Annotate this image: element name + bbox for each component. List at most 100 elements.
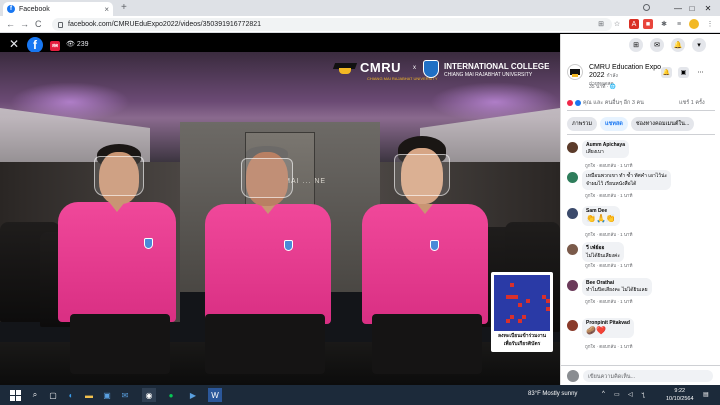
save-post-icon[interactable]: ▣ [678,67,689,78]
file-explorer-icon[interactable]: ▬ [82,388,96,402]
qr-module [518,295,522,299]
reading-list-icon[interactable]: ≡ [674,19,684,29]
extensions-puzzle-icon[interactable]: ✱ [659,19,669,29]
comment-list: Aumm Apichaya เสียงเบา ถูกใจ · ตอบกลับ ·… [567,138,715,366]
tab-comment-channel[interactable]: ช่องทางคอมเมนต์ใน... [630,117,695,131]
comment-actions[interactable]: ถูกใจ · ตอบกลับ · 1 นาที [585,262,632,269]
system-clock[interactable]: 9:22 10/10/2564 [666,387,694,403]
commenter-avatar[interactable] [567,244,578,255]
comment-actions[interactable]: ถูกใจ · ตอบกลับ · 1 นาที [585,162,632,169]
more-options-icon[interactable]: ⋯ [695,67,706,78]
edge-browser-icon[interactable]: ◐ [64,388,78,402]
close-viewer-icon[interactable]: ✕ [9,37,19,51]
forward-button[interactable]: → [20,18,29,31]
messenger-icon[interactable]: ✉ [650,38,664,52]
menu-grid-icon[interactable]: ⊞ [629,38,643,52]
browser-tab-facebook[interactable]: f Facebook × [3,2,113,16]
qr-module [498,287,502,291]
commenter-avatar[interactable] [567,320,578,331]
chrome-taskbar-icon[interactable]: ◉ [142,388,156,402]
international-college-emblem-icon [423,60,439,78]
comment-input[interactable]: เขียนความคิดเห็น... [583,370,713,382]
post-side-panel: ⊞ ✉ 🔔 ▾ CMRU Education Expo 2022 กำลัง ถ… [560,34,720,385]
comment-text: เหมือนพวกเขา ทำ ซ้ำ ทัศคำ เอาไว้น่ะ [586,173,668,179]
qr-module [514,307,518,311]
zoom-app-icon[interactable]: ▶ [186,388,200,402]
profile-indicator-icon[interactable] [643,4,650,11]
qr-module [542,323,546,327]
comment-actions[interactable]: ถูกใจ · ตอบกลับ · 1 นาที [585,192,632,199]
bookmark-star-icon[interactable]: ☆ [612,19,622,29]
browser-toolbar: ← → C facebook.com/CMRUEduExpo2022/video… [0,16,720,33]
pdf-extension-icon[interactable]: A [629,19,639,29]
mail-icon[interactable]: ✉ [118,388,132,402]
page-name-text[interactable]: CMRU Education Expo 2022 [589,64,661,79]
share-count[interactable]: แชร์ 1 ครั้ง [679,99,705,107]
tab-live-chat[interactable]: แชทสด [600,117,628,131]
clock-time: 9:22 [674,388,686,394]
live-video[interactable]: CHIANG MAI ... NE [0,52,560,385]
weather-widget[interactable]: 83°F Mostly sunny [528,391,577,397]
commenter-avatar[interactable] [567,208,578,219]
comment-composer: เขียนความคิดเห็น... [561,365,720,385]
registration-qr-card: ลงทะเบียนเข้าร่วมงาน เพื่อรับเกียรติบัตร [491,272,553,352]
account-dropdown-icon[interactable]: ▾ [692,38,706,52]
volume-icon[interactable]: ◁ [628,391,633,398]
commenter-name[interactable]: วี เฟ่ย์ออ [586,244,620,252]
current-user-avatar[interactable] [567,370,579,382]
commenter-avatar[interactable] [567,142,578,153]
notification-center-icon[interactable]: ▤ [703,391,709,398]
translate-icon[interactable]: ⊞ [596,19,606,29]
windows-logo-icon [9,389,21,401]
tray-chevron-icon[interactable]: ^ [602,391,605,397]
notifications-bell-icon[interactable]: 🔔 [671,38,685,52]
search-icon[interactable]: ⌕ [28,388,42,402]
line-app-icon[interactable]: ● [164,388,178,402]
comment-bubble: Aumm Apichaya เสียงเบา [582,140,629,158]
comment-actions[interactable]: ถูกใจ · ตอบกลับ · 1 นาที [585,343,632,350]
comment-text: 🥔❤️ [586,326,606,335]
comment-bubble: เหมือนพวกเขา ทำ ซ้ำ ทัศคำ เอาไว้น่ะ จำผม… [582,170,672,190]
back-button[interactable]: ← [6,18,15,31]
comment-text: 👏🙏👏 [586,214,616,223]
address-bar[interactable]: facebook.com/CMRUEduExpo2022/videos/3503… [52,18,612,31]
window-close-button[interactable]: ✕ [694,0,720,16]
qr-module [546,307,550,311]
profile-avatar-icon[interactable] [689,19,699,29]
commenter-avatar[interactable] [567,280,578,291]
reactions-summary[interactable]: คุณ และ คนอื่นๆ อีก 3 คน [567,99,644,107]
comment-actions[interactable]: ถูกใจ · ตอบกลับ · 1 นาที [585,231,632,238]
qr-code-icon [494,275,550,331]
page-avatar[interactable] [567,64,583,80]
post-timestamp[interactable]: 35 นาที · 🌐 [589,83,616,91]
graduation-cap-icon [332,61,358,75]
network-icon[interactable]: ▭ [614,391,620,398]
qr-module [522,283,526,287]
comment-actions[interactable]: ถูกใจ · ตอบกลับ · 1 นาที [585,298,632,305]
language-icon[interactable]: ไ [642,391,645,401]
address-url[interactable]: facebook.com/CMRUEduExpo2022/videos/3503… [68,21,261,28]
reload-button[interactable]: C [35,18,42,31]
tab-overview[interactable]: ภาพรวม [567,117,598,131]
tab-close-icon[interactable]: × [104,5,109,14]
windows-taskbar: ⌕ ▢ ◐ ▬ ▣ ✉ ◉ ● ▶ W 83°F Mostly sunny ^ … [0,385,720,405]
comment-bubble: Sam Dee 👏🙏👏 [582,206,620,226]
facebook-logo-icon[interactable]: f [27,37,43,53]
store-icon[interactable]: ▣ [100,388,114,402]
qr-module [546,287,550,291]
browser-menu-icon[interactable]: ⋮ [705,19,715,29]
lock-icon [58,21,63,28]
qr-module [522,291,526,295]
comment-text-line2: จำผมไว้ เรียนหนังสือได้ [586,181,637,187]
word-app-icon[interactable]: W [208,388,222,402]
extension-icon[interactable]: ■ [643,19,653,29]
task-view-icon[interactable]: ▢ [46,388,60,402]
bell-subscribe-icon[interactable]: 🔔 [661,67,672,78]
new-tab-button[interactable]: + [121,2,127,14]
panel-tabs: ภาพรวม แชทสด ช่องทางคอมเมนต์ใน... [567,117,695,131]
commenter-avatar[interactable] [567,172,578,183]
start-button[interactable] [8,388,22,402]
international-college-subtitle: CHIANG MAI RAJABHAT UNIVERSITY [444,72,533,78]
facebook-favicon-icon: f [7,5,15,13]
comment-bubble: Pronpinit Pitakvad 🥔❤️ [582,318,634,338]
